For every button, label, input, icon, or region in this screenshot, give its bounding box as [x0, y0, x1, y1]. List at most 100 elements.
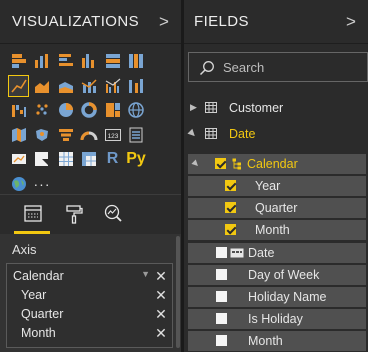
day-of-week-checkbox[interactable] — [216, 269, 227, 280]
holiday-name-checkbox[interactable] — [216, 291, 227, 302]
visualizations-title: VISUALIZATIONS — [12, 13, 140, 30]
visualizations-pane: VISUALIZATIONS > 123 R Py ··· Axis Calen… — [0, 0, 181, 352]
multi-row-card-icon[interactable] — [126, 124, 147, 146]
hierarchy-calendar[interactable]: ▶ Calendar — [188, 154, 366, 174]
hierarchy-level-year[interactable]: Year — [188, 176, 366, 196]
axis-item-calendar[interactable]: Calendar ▼ ✕ — [13, 267, 168, 285]
visualization-tabs — [0, 194, 181, 234]
field-name: Is Holiday — [248, 312, 303, 326]
collapse-arrow-icon[interactable]: ▶ — [186, 127, 199, 140]
calendar-icon — [230, 248, 244, 258]
calendar-checkbox[interactable] — [215, 158, 226, 169]
matrix-icon[interactable] — [79, 148, 100, 170]
analytics-magnifier-icon — [104, 204, 122, 222]
ribbon-chart-icon[interactable] — [126, 75, 147, 97]
fields-search-box[interactable] — [188, 52, 368, 82]
remove-month-button[interactable]: ✕ — [154, 324, 168, 342]
hierarchy-level-quarter[interactable]: Quarter — [188, 198, 366, 218]
field-name: Year — [255, 179, 281, 193]
field-name: Date — [248, 246, 275, 260]
arcgis-map-icon[interactable] — [8, 173, 29, 195]
date-checkbox[interactable] — [216, 247, 227, 258]
visual-type-gallery: 123 R Py ··· — [8, 50, 174, 197]
hierarchy-level-month[interactable]: Month — [188, 220, 366, 240]
line-and-clustered-column-chart-icon[interactable] — [102, 75, 123, 97]
field-month[interactable]: Month — [188, 331, 366, 351]
search-icon — [199, 61, 214, 76]
area-chart-icon[interactable] — [32, 75, 53, 97]
search-input[interactable] — [223, 57, 363, 77]
analytics-tab[interactable] — [100, 201, 126, 227]
fields-title: FIELDS — [194, 13, 249, 30]
field-day-of-week[interactable]: Day of Week — [188, 265, 366, 285]
axis-well-title: Axis — [12, 242, 37, 257]
more-visuals-label: ··· — [33, 175, 51, 192]
fields-header: FIELDS > — [184, 0, 368, 44]
year-checkbox[interactable] — [225, 180, 236, 191]
filled-map-icon[interactable] — [8, 124, 29, 146]
quarter-checkbox[interactable] — [225, 202, 236, 213]
visualizations-header: VISUALIZATIONS > — [0, 0, 181, 44]
month-column-checkbox[interactable] — [216, 335, 227, 346]
axis-field-well-section: Axis Calendar ▼ ✕ Year ✕ Quarter ✕ Month… — [0, 234, 181, 352]
stacked-column-chart-icon[interactable] — [32, 50, 53, 72]
table-visual-icon[interactable] — [55, 148, 76, 170]
collapse-fields-button[interactable]: > — [344, 12, 358, 32]
map-icon[interactable] — [126, 99, 147, 121]
month-checkbox[interactable] — [225, 224, 236, 235]
table-name: Customer — [229, 101, 284, 115]
axis-item-label: Year — [21, 288, 47, 302]
collapse-arrow-icon[interactable]: ▶ — [191, 158, 202, 169]
fields-well-icon — [24, 205, 42, 222]
waterfall-chart-icon[interactable] — [8, 99, 29, 121]
funnel-icon[interactable] — [55, 124, 76, 146]
field-name: Day of Week — [248, 268, 320, 282]
fields-well-tab[interactable] — [20, 201, 46, 227]
axis-item-label: Calendar — [13, 269, 64, 283]
stacked-bar-chart-icon[interactable] — [8, 50, 29, 72]
100-stacked-column-chart-icon[interactable] — [126, 50, 147, 72]
python-visual-label: Py — [126, 150, 146, 167]
axis-item-quarter[interactable]: Quarter ✕ — [13, 305, 168, 323]
pie-chart-icon[interactable] — [55, 99, 76, 121]
axis-item-year[interactable]: Year ✕ — [13, 286, 168, 304]
card-icon[interactable]: 123 — [102, 124, 123, 146]
donut-chart-icon[interactable] — [79, 99, 100, 121]
slicer-icon[interactable] — [32, 148, 53, 170]
axis-drop-zone[interactable]: Calendar ▼ ✕ Year ✕ Quarter ✕ Month ✕ — [6, 263, 173, 348]
clustered-column-chart-icon[interactable] — [79, 50, 100, 72]
table-icon — [205, 102, 217, 113]
python-visual-icon[interactable]: Py — [126, 148, 147, 170]
stacked-area-chart-icon[interactable] — [55, 75, 76, 97]
remove-quarter-button[interactable]: ✕ — [154, 305, 168, 323]
format-tab[interactable] — [61, 201, 87, 227]
visualizations-scrollbar[interactable] — [176, 236, 180, 348]
treemap-icon[interactable] — [102, 99, 123, 121]
r-visual-label: R — [106, 150, 119, 167]
remove-calendar-button[interactable]: ✕ — [154, 267, 168, 285]
more-visuals-icon[interactable]: ··· — [32, 173, 53, 195]
shape-map-icon[interactable] — [32, 124, 53, 146]
table-customer[interactable]: ▶ Customer — [184, 98, 368, 118]
scatter-chart-icon[interactable] — [32, 99, 53, 121]
field-holiday-name[interactable]: Holiday Name — [188, 287, 366, 307]
chevron-down-icon[interactable]: ▼ — [141, 269, 150, 279]
field-date[interactable]: Date — [188, 243, 366, 263]
hierarchy-icon — [232, 158, 241, 170]
line-and-stacked-column-chart-icon[interactable] — [79, 75, 100, 97]
is-holiday-checkbox[interactable] — [216, 313, 227, 324]
collapse-visualizations-button[interactable]: > — [157, 12, 171, 32]
100-stacked-bar-chart-icon[interactable] — [102, 50, 123, 72]
gauge-icon[interactable] — [79, 124, 100, 146]
remove-year-button[interactable]: ✕ — [154, 286, 168, 304]
line-chart-icon[interactable] — [8, 74, 29, 97]
r-script-visual-icon[interactable]: R — [102, 148, 123, 170]
kpi-icon[interactable] — [8, 148, 29, 170]
axis-item-label: Quarter — [21, 307, 64, 321]
field-name: Month — [255, 223, 290, 237]
expand-arrow-icon[interactable]: ▶ — [190, 102, 197, 113]
field-is-holiday[interactable]: Is Holiday — [188, 309, 366, 329]
axis-item-month[interactable]: Month ✕ — [13, 324, 168, 342]
clustered-bar-chart-icon[interactable] — [55, 50, 76, 72]
table-date[interactable]: ▶ Date — [184, 124, 368, 144]
